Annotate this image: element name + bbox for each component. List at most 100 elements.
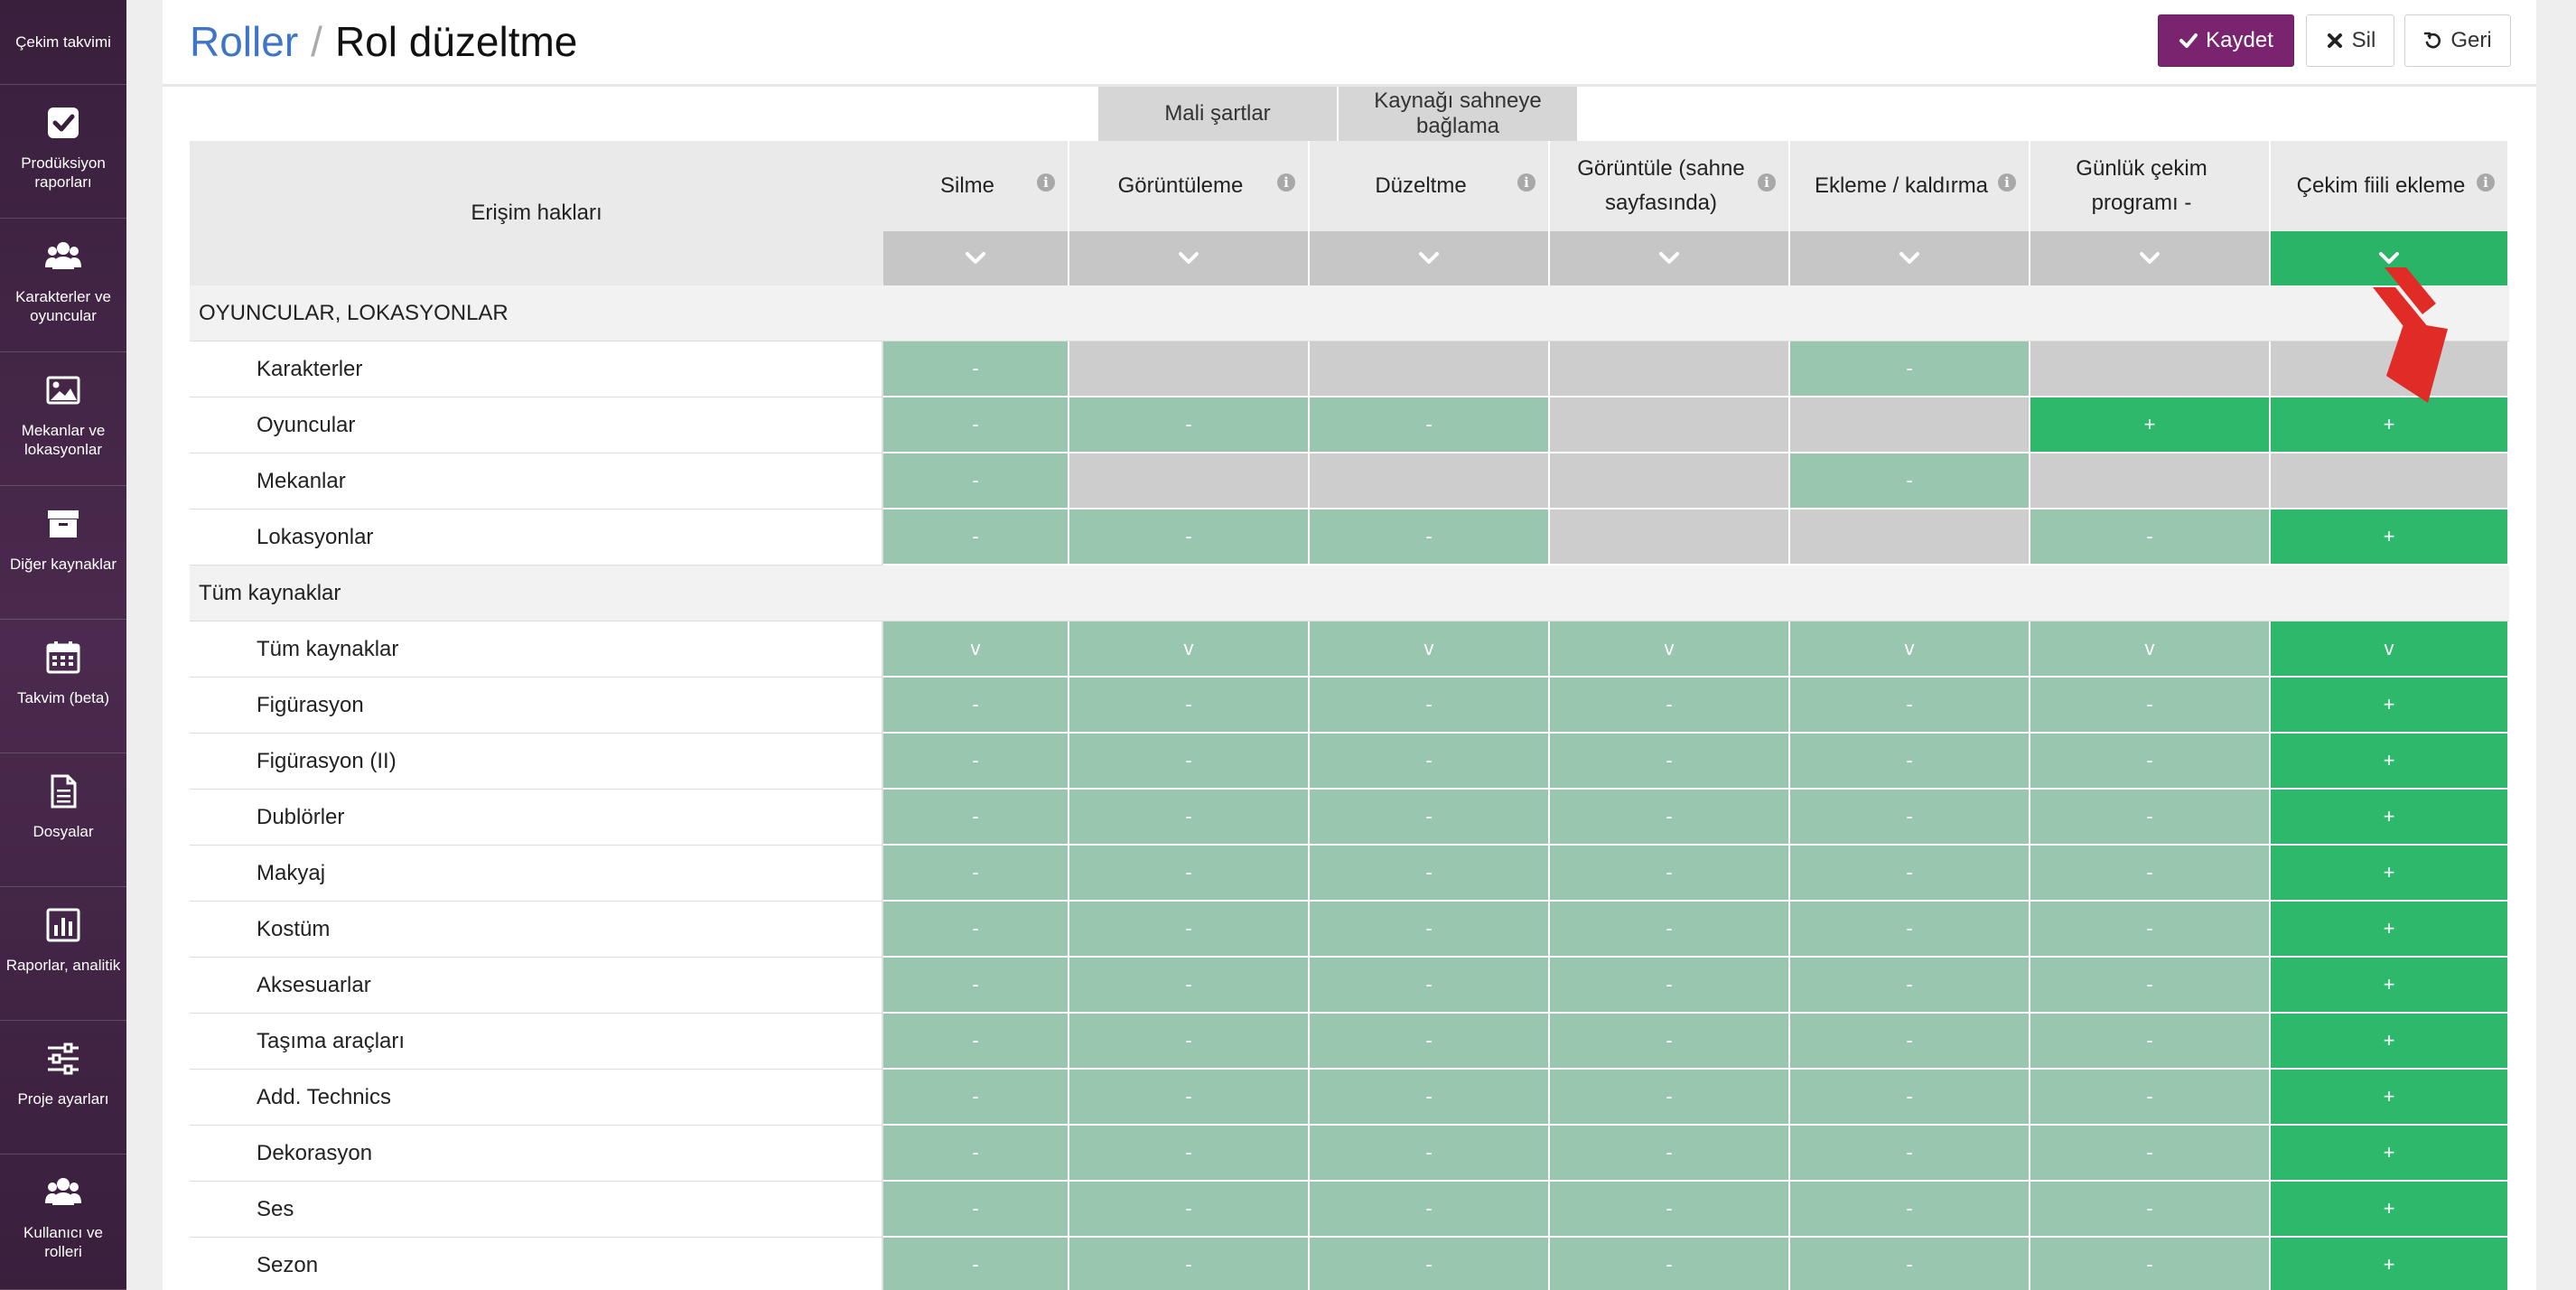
permission-cell[interactable]: - <box>2030 678 2271 734</box>
permission-cell[interactable]: - <box>1069 1182 1310 1238</box>
sidebar-item-reports[interactable]: Raporlar, analitik <box>0 887 126 1021</box>
permission-cell[interactable]: - <box>1550 790 1790 846</box>
permission-cell[interactable]: - <box>2030 1238 2271 1290</box>
info-icon[interactable]: i <box>1998 173 2016 192</box>
permission-cell[interactable]: - <box>883 1014 1069 1070</box>
permission-cell[interactable] <box>2271 453 2509 509</box>
permission-cell[interactable]: - <box>1550 1014 1790 1070</box>
permission-cell[interactable]: - <box>883 1126 1069 1182</box>
permission-cell[interactable]: - <box>1310 397 1550 453</box>
permission-cell[interactable] <box>1069 453 1310 509</box>
permission-cell[interactable]: - <box>1790 1014 2030 1070</box>
permission-cell[interactable]: v <box>1550 622 1790 678</box>
permission-cell[interactable]: - <box>1790 958 2030 1014</box>
info-icon[interactable]: i <box>1037 173 1055 192</box>
permission-cell[interactable]: - <box>1310 902 1550 958</box>
permission-cell[interactable]: - <box>883 341 1069 397</box>
permission-cell[interactable]: - <box>883 958 1069 1014</box>
permission-cell[interactable]: - <box>883 1070 1069 1126</box>
permission-cell[interactable]: v <box>883 622 1069 678</box>
column-toggle-dropdown[interactable] <box>2030 231 2271 285</box>
permission-cell[interactable] <box>2030 341 2271 397</box>
permission-cell[interactable]: - <box>883 846 1069 902</box>
sidebar-item-project-settings[interactable]: Proje ayarları <box>0 1021 126 1154</box>
permission-cell[interactable] <box>1790 509 2030 566</box>
permission-cell[interactable]: - <box>1550 958 1790 1014</box>
permission-cell[interactable] <box>1310 453 1550 509</box>
permission-cell[interactable]: + <box>2271 1070 2509 1126</box>
permission-cell[interactable]: - <box>1069 1238 1310 1290</box>
permission-cell[interactable]: - <box>1550 678 1790 734</box>
permission-cell[interactable]: - <box>883 902 1069 958</box>
permission-cell[interactable]: - <box>1310 734 1550 790</box>
permission-cell[interactable]: - <box>1310 790 1550 846</box>
permission-cell[interactable]: - <box>1550 1182 1790 1238</box>
info-icon[interactable]: i <box>1277 173 1295 192</box>
permission-cell[interactable]: - <box>2030 846 2271 902</box>
permission-cell[interactable]: - <box>1069 902 1310 958</box>
permission-cell[interactable]: - <box>1790 734 2030 790</box>
column-toggle-dropdown[interactable] <box>1790 231 2030 285</box>
permission-cell[interactable]: + <box>2271 1014 2509 1070</box>
permission-cell[interactable]: - <box>2030 509 2271 566</box>
permission-cell[interactable]: + <box>2271 846 2509 902</box>
permission-cell[interactable]: - <box>1310 1070 1550 1126</box>
permission-cell[interactable]: - <box>1310 678 1550 734</box>
info-icon[interactable]: i <box>1517 173 1535 192</box>
permission-cell[interactable]: - <box>1069 846 1310 902</box>
permission-cell[interactable]: - <box>1790 1182 2030 1238</box>
permission-cell[interactable] <box>1550 341 1790 397</box>
permission-cell[interactable]: + <box>2271 1182 2509 1238</box>
permission-cell[interactable]: - <box>1790 790 2030 846</box>
permission-cell[interactable]: - <box>2030 1126 2271 1182</box>
info-icon[interactable]: i <box>1758 173 1776 192</box>
permission-cell[interactable]: - <box>1790 678 2030 734</box>
permission-cell[interactable]: v <box>1790 622 2030 678</box>
permission-cell[interactable]: + <box>2271 734 2509 790</box>
permission-cell[interactable]: v <box>1310 622 1550 678</box>
permission-cell[interactable]: - <box>1310 509 1550 566</box>
permission-cell[interactable]: - <box>1069 397 1310 453</box>
permission-cell[interactable] <box>1790 397 2030 453</box>
permission-cell[interactable]: - <box>1790 846 2030 902</box>
column-toggle-dropdown[interactable] <box>1550 231 1790 285</box>
sidebar-item-locations[interactable]: Mekanlar ve lokasyonlar <box>0 352 126 486</box>
permission-cell[interactable] <box>1550 453 1790 509</box>
permission-cell[interactable] <box>1310 341 1550 397</box>
permission-cell[interactable]: - <box>883 397 1069 453</box>
permission-cell[interactable] <box>1550 397 1790 453</box>
column-toggle-dropdown[interactable] <box>1069 231 1310 285</box>
permission-cell[interactable]: - <box>1550 846 1790 902</box>
permission-cell[interactable]: - <box>883 509 1069 566</box>
back-button[interactable]: Geri <box>2404 14 2511 67</box>
permission-cell[interactable] <box>2030 453 2271 509</box>
permission-cell[interactable] <box>1069 341 1310 397</box>
permission-cell[interactable]: - <box>1310 1182 1550 1238</box>
column-toggle-dropdown[interactable] <box>1310 231 1550 285</box>
breadcrumb-roles-link[interactable]: Roller <box>190 18 298 65</box>
permission-cell[interactable]: + <box>2271 958 2509 1014</box>
permission-cell[interactable]: - <box>2030 902 2271 958</box>
permission-cell[interactable]: - <box>1790 453 2030 509</box>
permission-cell[interactable]: + <box>2271 790 2509 846</box>
permission-cell[interactable]: - <box>1310 846 1550 902</box>
permission-cell[interactable]: - <box>1550 1126 1790 1182</box>
permission-cell[interactable]: + <box>2271 902 2509 958</box>
sidebar-item-calendar-beta[interactable]: Takvim (beta) <box>0 620 126 753</box>
permission-cell[interactable]: - <box>1550 1070 1790 1126</box>
permission-cell[interactable]: - <box>1550 1238 1790 1290</box>
permission-cell[interactable]: - <box>1790 1238 2030 1290</box>
sidebar-item-production-reports[interactable]: Prodüksiyon raporları <box>0 85 126 219</box>
permission-cell[interactable]: - <box>1069 1014 1310 1070</box>
permission-cell[interactable]: + <box>2271 1126 2509 1182</box>
permission-cell[interactable]: - <box>883 790 1069 846</box>
permission-cell[interactable]: - <box>2030 958 2271 1014</box>
permission-cell[interactable]: + <box>2271 509 2509 566</box>
permission-cell[interactable]: - <box>2030 1182 2271 1238</box>
permission-cell[interactable]: + <box>2030 397 2271 453</box>
sidebar-item-files[interactable]: Dosyalar <box>0 753 126 887</box>
permission-cell[interactable]: - <box>1550 734 1790 790</box>
column-toggle-dropdown[interactable] <box>883 231 1069 285</box>
permission-cell[interactable]: - <box>1310 958 1550 1014</box>
save-button[interactable]: Kaydet <box>2158 14 2294 67</box>
